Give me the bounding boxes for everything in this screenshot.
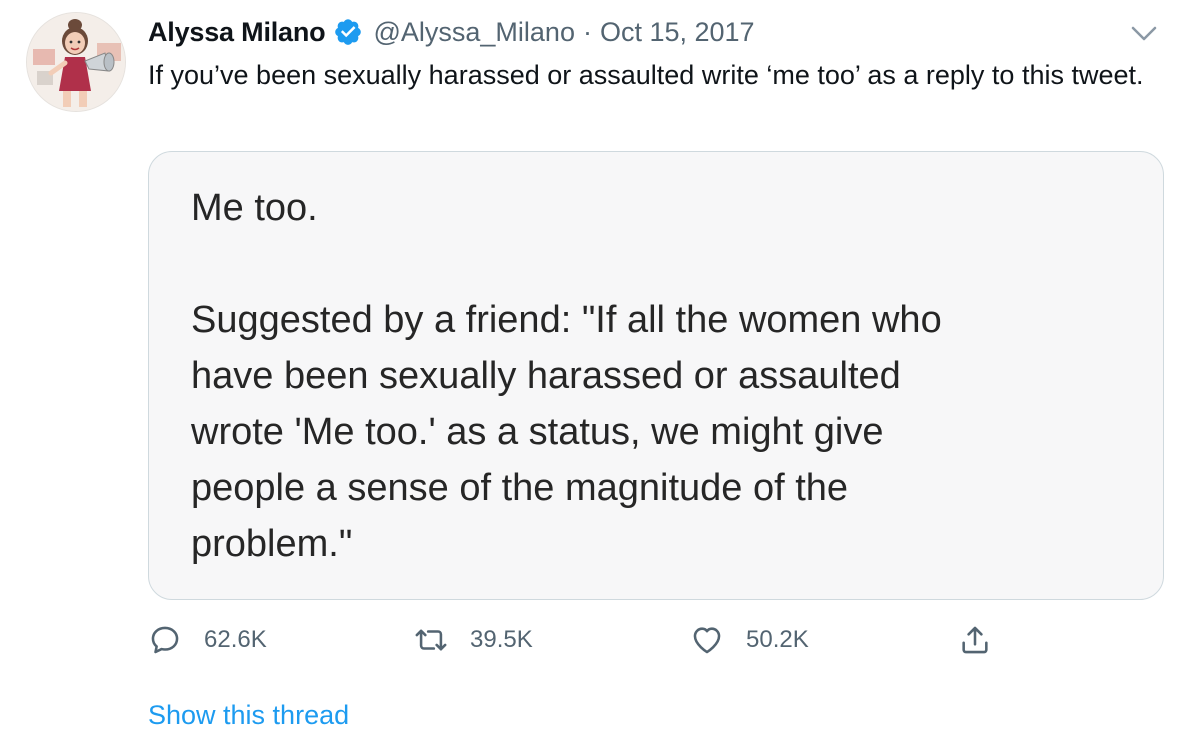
reply-count: 62.6K <box>204 626 267 653</box>
media-line: have been sexually harassed or assaulted <box>191 355 901 397</box>
tweet-date[interactable]: Oct 15, 2017 <box>600 17 755 48</box>
tweet: Alyssa Milano @Alyssa_Milano · Oct 15, 2… <box>0 0 1184 754</box>
avatar[interactable] <box>26 12 126 112</box>
media-line: Me too. <box>191 187 318 229</box>
like-count: 50.2K <box>746 626 809 653</box>
reply-button[interactable]: 62.6K <box>148 616 267 664</box>
cartoon-avatar-icon <box>27 13 125 111</box>
tweet-header: Alyssa Milano @Alyssa_Milano · Oct 15, 2… <box>148 14 755 50</box>
tweet-text: If you’ve been sexually harassed or assa… <box>148 60 1144 90</box>
chevron-down-icon[interactable] <box>1128 22 1160 46</box>
heart-icon <box>693 627 721 654</box>
author-display-name[interactable]: Alyssa Milano <box>148 17 326 48</box>
tweet-media-image[interactable]: Me too. Suggested by a friend: "If all t… <box>148 151 1164 600</box>
action-bar: 62.6K 39.5K 50.2K <box>148 616 1008 664</box>
share-button[interactable] <box>958 616 992 664</box>
show-thread-link[interactable]: Show this thread <box>148 700 349 731</box>
separator-dot: · <box>582 16 592 47</box>
media-line: people a sense of the magnitude of the <box>191 467 849 509</box>
share-icon <box>962 626 988 654</box>
like-button[interactable]: 50.2K <box>690 616 809 664</box>
retweet-icon <box>415 629 447 651</box>
media-line: problem." <box>191 523 353 565</box>
verified-badge-icon <box>335 19 362 45</box>
author-handle[interactable]: @Alyssa_Milano <box>373 17 575 48</box>
reply-icon <box>151 626 179 654</box>
media-line: Suggested by a friend: "If all the women… <box>191 299 942 341</box>
retweet-count: 39.5K <box>470 626 533 653</box>
retweet-button[interactable]: 39.5K <box>414 616 533 664</box>
media-text-block: Me too. Suggested by a friend: "If all t… <box>191 180 1141 572</box>
media-line: wrote 'Me too.' as a status, we might gi… <box>191 411 884 453</box>
